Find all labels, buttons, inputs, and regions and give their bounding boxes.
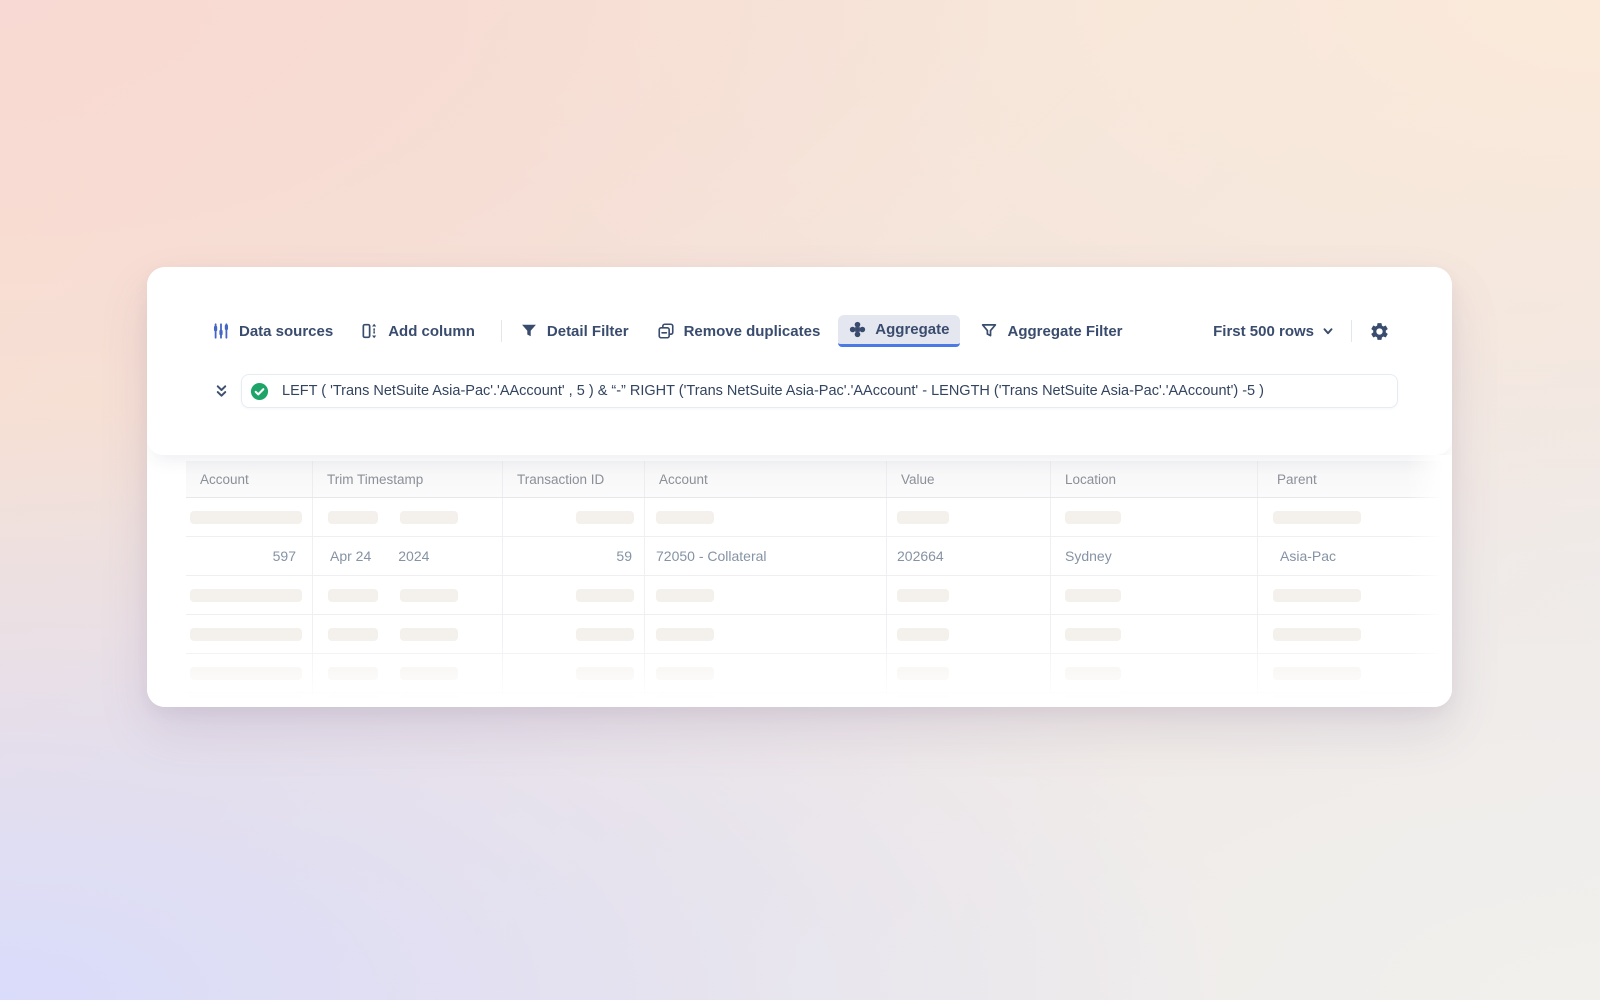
skeleton-bar — [1273, 589, 1361, 602]
column-header-account[interactable]: Account — [186, 461, 313, 497]
skeleton-bar — [656, 628, 714, 641]
table-row-data[interactable]: 597 Apr 24 2024 59 72050 - Collateral 20… — [186, 537, 1452, 576]
collapse-formula-button[interactable] — [210, 379, 233, 404]
skeleton-bar — [400, 667, 458, 680]
formula-bar: LEFT ( 'Trans NetSuite Asia-Pac'.'AAccou… — [147, 374, 1452, 408]
cell-trim-timestamp[interactable]: Apr 24 2024 — [313, 537, 503, 575]
skeleton-bar — [897, 694, 949, 707]
skeleton-bar — [1065, 694, 1121, 707]
toolbar-item-label: Aggregate Filter — [1007, 323, 1122, 340]
toolbar-item-remove-duplicates[interactable]: Remove duplicates — [655, 316, 823, 346]
preview-table: Account Trim Timestamp Transaction ID Ac… — [186, 461, 1452, 707]
data-prep-card: Data sources Add column — [147, 267, 1452, 707]
toolbar-item-data-sources[interactable]: Data sources — [210, 316, 335, 346]
column-header-transaction-id[interactable]: Transaction ID — [503, 461, 645, 497]
check-circle-icon — [250, 382, 269, 401]
skeleton-bar — [190, 589, 302, 602]
double-chevron-down-icon — [214, 383, 229, 400]
skeleton-bar — [1273, 667, 1361, 680]
skeleton-bar — [1065, 511, 1121, 524]
skeleton-bar — [190, 694, 302, 707]
skeleton-bar — [576, 511, 634, 524]
add-column-icon — [361, 322, 379, 340]
column-header-location[interactable]: Location — [1051, 461, 1258, 497]
skeleton-bar — [656, 511, 714, 524]
table-row-skeleton — [186, 654, 1452, 693]
remove-duplicates-icon — [657, 322, 675, 340]
formula-input[interactable]: LEFT ( 'Trans NetSuite Asia-Pac'.'AAccou… — [241, 374, 1398, 408]
table-row-skeleton — [186, 576, 1452, 615]
row-limit-dropdown[interactable]: First 500 rows — [1213, 323, 1335, 340]
skeleton-bar — [400, 589, 458, 602]
table-row-skeleton-partial — [186, 693, 1452, 707]
skeleton-bar — [400, 628, 458, 641]
skeleton-bar — [576, 589, 634, 602]
toolbar-item-label: Remove duplicates — [684, 323, 821, 340]
gear-icon — [1369, 321, 1390, 342]
skeleton-bar — [1065, 589, 1121, 602]
skeleton-bar — [190, 628, 302, 641]
skeleton-bar — [576, 694, 634, 707]
row-limit-label: First 500 rows — [1213, 323, 1314, 340]
skeleton-bar — [897, 511, 949, 524]
skeleton-bar — [656, 589, 714, 602]
toolbar-item-detail-filter[interactable]: Detail Filter — [518, 316, 631, 346]
skeleton-bar — [1273, 694, 1361, 707]
toolbar-item-aggregate-filter[interactable]: Aggregate Filter — [978, 316, 1124, 346]
cell-value[interactable]: 202664 — [887, 537, 1051, 575]
settings-button[interactable] — [1367, 319, 1392, 344]
table-row-skeleton — [186, 498, 1452, 537]
toolbar-item-label: Add column — [388, 323, 475, 340]
chevron-down-icon — [1321, 324, 1335, 338]
formula-text: LEFT ( 'Trans NetSuite Asia-Pac'.'AAccou… — [282, 383, 1264, 399]
skeleton-bar — [328, 589, 378, 602]
toolbar: Data sources Add column — [147, 267, 1452, 362]
skeleton-bar — [1065, 667, 1121, 680]
skeleton-bar — [656, 694, 714, 707]
toolbar-divider — [501, 320, 502, 342]
cell-trim-year: 2024 — [398, 548, 429, 564]
cell-trim-date: Apr 24 — [330, 548, 371, 564]
column-header-parent[interactable]: Parent — [1258, 461, 1452, 497]
skeleton-bar — [328, 511, 378, 524]
skeleton-bar — [1273, 511, 1361, 524]
skeleton-bar — [1273, 628, 1361, 641]
cell-account-num[interactable]: 597 — [186, 537, 313, 575]
toolbar-divider — [1351, 320, 1352, 342]
toolbar-item-label: Aggregate — [875, 321, 949, 338]
preview-table-section: Account Trim Timestamp Transaction ID Ac… — [147, 455, 1452, 707]
column-header-account-2[interactable]: Account — [645, 461, 887, 497]
toolbar-item-label: Data sources — [239, 323, 333, 340]
table-row-skeleton — [186, 615, 1452, 654]
table-header-row: Account Trim Timestamp Transaction ID Ac… — [186, 461, 1452, 498]
aggregate-filter-icon — [980, 322, 998, 340]
skeleton-bar — [328, 628, 378, 641]
cell-location[interactable]: Sydney — [1051, 537, 1258, 575]
cell-transaction-id[interactable]: 59 — [503, 537, 645, 575]
cell-account-name[interactable]: 72050 - Collateral — [645, 537, 887, 575]
skeleton-bar — [400, 511, 458, 524]
skeleton-bar — [897, 589, 949, 602]
aggregate-icon — [849, 321, 866, 338]
detail-filter-icon — [520, 322, 538, 340]
skeleton-bar — [1065, 628, 1121, 641]
skeleton-bar — [400, 694, 458, 707]
column-header-value[interactable]: Value — [887, 461, 1051, 497]
cell-parent[interactable]: Asia-Pac — [1258, 537, 1452, 575]
skeleton-bar — [190, 511, 302, 524]
data-sources-icon — [212, 322, 230, 340]
toolbar-item-aggregate[interactable]: Aggregate — [838, 315, 960, 347]
card-header: Data sources Add column — [147, 267, 1452, 455]
toolbar-item-add-column[interactable]: Add column — [359, 316, 477, 346]
skeleton-bar — [897, 628, 949, 641]
skeleton-bar — [328, 694, 378, 707]
skeleton-bar — [576, 667, 634, 680]
skeleton-bar — [576, 628, 634, 641]
toolbar-item-label: Detail Filter — [547, 323, 629, 340]
skeleton-bar — [656, 667, 714, 680]
skeleton-bar — [190, 667, 302, 680]
skeleton-bar — [328, 667, 378, 680]
skeleton-bar — [897, 667, 949, 680]
column-header-trim-timestamp[interactable]: Trim Timestamp — [313, 461, 503, 497]
